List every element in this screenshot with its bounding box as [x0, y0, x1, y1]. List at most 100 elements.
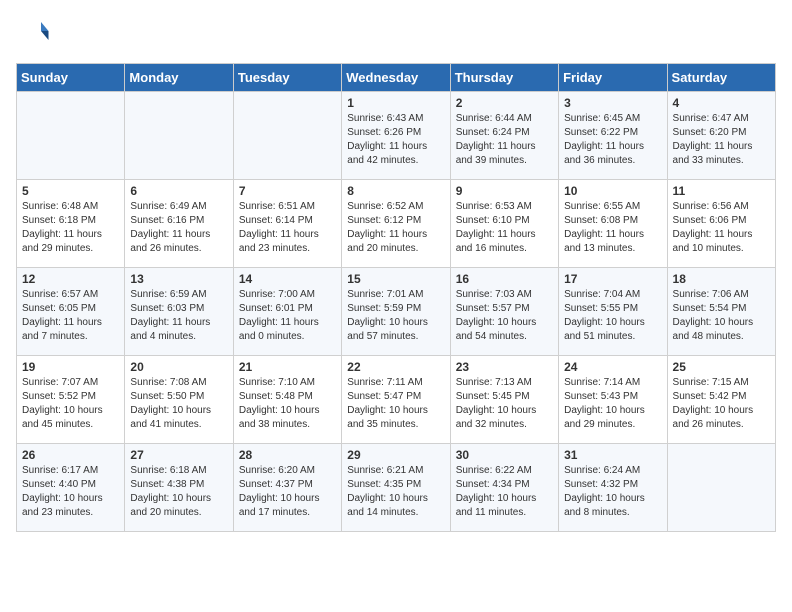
day-number: 29 — [347, 448, 444, 462]
calendar-cell: 15 Sunrise: 7:01 AM Sunset: 5:59 PM Dayli… — [342, 268, 450, 356]
day-number: 30 — [456, 448, 553, 462]
day-number: 12 — [22, 272, 119, 286]
day-number: 28 — [239, 448, 336, 462]
calendar-cell: 9 Sunrise: 6:53 AM Sunset: 6:10 PM Daylig… — [450, 180, 558, 268]
calendar-cell: 24 Sunrise: 7:14 AM Sunset: 5:43 PM Dayli… — [559, 356, 667, 444]
day-content: Sunrise: 7:04 AM Sunset: 5:55 PM Dayligh… — [564, 288, 661, 344]
day-number: 8 — [347, 184, 444, 198]
calendar-cell: 22 Sunrise: 7:11 AM Sunset: 5:47 PM Dayli… — [342, 356, 450, 444]
calendar-header: SundayMondayTuesdayWednesdayThursdayFrid… — [17, 64, 776, 92]
day-content: Sunrise: 7:11 AM Sunset: 5:47 PM Dayligh… — [347, 376, 444, 432]
day-number: 23 — [456, 360, 553, 374]
day-content: Sunrise: 6:20 AM Sunset: 4:37 PM Dayligh… — [239, 464, 336, 520]
day-content: Sunrise: 6:44 AM Sunset: 6:24 PM Dayligh… — [456, 112, 553, 168]
day-content: Sunrise: 7:13 AM Sunset: 5:45 PM Dayligh… — [456, 376, 553, 432]
calendar-cell: 28 Sunrise: 6:20 AM Sunset: 4:37 PM Dayli… — [233, 444, 341, 532]
calendar-cell: 3Sunrise: 6:45 AM Sunset: 6:22 PM Daylig… — [559, 92, 667, 180]
calendar-cell: 31 Sunrise: 6:24 AM Sunset: 4:32 PM Dayli… — [559, 444, 667, 532]
calendar-cell: 21 Sunrise: 7:10 AM Sunset: 5:48 PM Dayli… — [233, 356, 341, 444]
calendar-cell: 16 Sunrise: 7:03 AM Sunset: 5:57 PM Dayli… — [450, 268, 558, 356]
calendar-cell: 10 Sunrise: 6:55 AM Sunset: 6:08 PM Dayli… — [559, 180, 667, 268]
day-content: Sunrise: 6:48 AM Sunset: 6:18 PM Dayligh… — [22, 200, 119, 256]
day-content: Sunrise: 6:22 AM Sunset: 4:34 PM Dayligh… — [456, 464, 553, 520]
day-number: 4 — [673, 96, 770, 110]
day-content: Sunrise: 6:53 AM Sunset: 6:10 PM Dayligh… — [456, 200, 553, 256]
weekday-header-sunday: Sunday — [17, 64, 125, 92]
day-number: 15 — [347, 272, 444, 286]
day-content: Sunrise: 6:47 AM Sunset: 6:20 PM Dayligh… — [673, 112, 770, 168]
day-content: Sunrise: 6:56 AM Sunset: 6:06 PM Dayligh… — [673, 200, 770, 256]
calendar-cell: 19 Sunrise: 7:07 AM Sunset: 5:52 PM Dayli… — [17, 356, 125, 444]
day-number: 20 — [130, 360, 227, 374]
weekday-header-tuesday: Tuesday — [233, 64, 341, 92]
day-content: Sunrise: 6:18 AM Sunset: 4:38 PM Dayligh… — [130, 464, 227, 520]
day-content: Sunrise: 7:15 AM Sunset: 5:42 PM Dayligh… — [673, 376, 770, 432]
day-number: 21 — [239, 360, 336, 374]
day-number: 1 — [347, 96, 444, 110]
calendar-cell: 17Sunrise: 7:04 AM Sunset: 5:55 PM Dayli… — [559, 268, 667, 356]
weekday-header-friday: Friday — [559, 64, 667, 92]
calendar-cell: 18Sunrise: 7:06 AM Sunset: 5:54 PM Dayli… — [667, 268, 775, 356]
calendar-cell: 4 Sunrise: 6:47 AM Sunset: 6:20 PM Daylig… — [667, 92, 775, 180]
calendar-cell — [667, 444, 775, 532]
day-number: 3 — [564, 96, 661, 110]
day-content: Sunrise: 6:55 AM Sunset: 6:08 PM Dayligh… — [564, 200, 661, 256]
day-number: 19 — [22, 360, 119, 374]
day-number: 27 — [130, 448, 227, 462]
calendar-cell: 8 Sunrise: 6:52 AM Sunset: 6:12 PM Daylig… — [342, 180, 450, 268]
day-number: 26 — [22, 448, 119, 462]
day-number: 16 — [456, 272, 553, 286]
day-number: 10 — [564, 184, 661, 198]
calendar-cell: 1Sunrise: 6:43 AM Sunset: 6:26 PM Daylig… — [342, 92, 450, 180]
calendar-cell: 2 Sunrise: 6:44 AM Sunset: 6:24 PM Daylig… — [450, 92, 558, 180]
day-number: 14 — [239, 272, 336, 286]
calendar-cell — [125, 92, 233, 180]
day-content: Sunrise: 7:10 AM Sunset: 5:48 PM Dayligh… — [239, 376, 336, 432]
calendar-week-5: 26 Sunrise: 6:17 AM Sunset: 4:40 PM Dayli… — [17, 444, 776, 532]
day-number: 13 — [130, 272, 227, 286]
day-number: 25 — [673, 360, 770, 374]
calendar-week-2: 5 Sunrise: 6:48 AM Sunset: 6:18 PM Daylig… — [17, 180, 776, 268]
day-number: 24 — [564, 360, 661, 374]
calendar-cell: 12 Sunrise: 6:57 AM Sunset: 6:05 PM Dayli… — [17, 268, 125, 356]
day-content: Sunrise: 6:17 AM Sunset: 4:40 PM Dayligh… — [22, 464, 119, 520]
weekday-header-saturday: Saturday — [667, 64, 775, 92]
weekday-row: SundayMondayTuesdayWednesdayThursdayFrid… — [17, 64, 776, 92]
day-number: 2 — [456, 96, 553, 110]
weekday-header-monday: Monday — [125, 64, 233, 92]
calendar-cell: 26 Sunrise: 6:17 AM Sunset: 4:40 PM Dayli… — [17, 444, 125, 532]
calendar-cell: 7 Sunrise: 6:51 AM Sunset: 6:14 PM Daylig… — [233, 180, 341, 268]
day-content: Sunrise: 6:57 AM Sunset: 6:05 PM Dayligh… — [22, 288, 119, 344]
weekday-header-wednesday: Wednesday — [342, 64, 450, 92]
day-content: Sunrise: 6:21 AM Sunset: 4:35 PM Dayligh… — [347, 464, 444, 520]
calendar-cell — [17, 92, 125, 180]
calendar-week-3: 12 Sunrise: 6:57 AM Sunset: 6:05 PM Dayli… — [17, 268, 776, 356]
day-content: Sunrise: 6:49 AM Sunset: 6:16 PM Dayligh… — [130, 200, 227, 256]
calendar-cell: 23 Sunrise: 7:13 AM Sunset: 5:45 PM Dayli… — [450, 356, 558, 444]
calendar-cell: 30 Sunrise: 6:22 AM Sunset: 4:34 PM Dayli… — [450, 444, 558, 532]
calendar-body: 1Sunrise: 6:43 AM Sunset: 6:26 PM Daylig… — [17, 92, 776, 532]
day-content: Sunrise: 7:03 AM Sunset: 5:57 PM Dayligh… — [456, 288, 553, 344]
calendar-cell: 25 Sunrise: 7:15 AM Sunset: 5:42 PM Dayli… — [667, 356, 775, 444]
day-number: 7 — [239, 184, 336, 198]
day-content: Sunrise: 6:51 AM Sunset: 6:14 PM Dayligh… — [239, 200, 336, 256]
day-number: 5 — [22, 184, 119, 198]
calendar-table: SundayMondayTuesdayWednesdayThursdayFrid… — [16, 63, 776, 532]
day-content: Sunrise: 7:07 AM Sunset: 5:52 PM Dayligh… — [22, 376, 119, 432]
day-number: 11 — [673, 184, 770, 198]
day-content: Sunrise: 6:24 AM Sunset: 4:32 PM Dayligh… — [564, 464, 661, 520]
day-number: 31 — [564, 448, 661, 462]
day-number: 9 — [456, 184, 553, 198]
day-number: 22 — [347, 360, 444, 374]
day-content: Sunrise: 6:52 AM Sunset: 6:12 PM Dayligh… — [347, 200, 444, 256]
day-content: Sunrise: 7:01 AM Sunset: 5:59 PM Dayligh… — [347, 288, 444, 344]
page-header — [16, 16, 776, 51]
day-number: 18 — [673, 272, 770, 286]
weekday-header-thursday: Thursday — [450, 64, 558, 92]
calendar-cell: 29 Sunrise: 6:21 AM Sunset: 4:35 PM Dayli… — [342, 444, 450, 532]
calendar-cell: 13Sunrise: 6:59 AM Sunset: 6:03 PM Dayli… — [125, 268, 233, 356]
calendar-cell: 5 Sunrise: 6:48 AM Sunset: 6:18 PM Daylig… — [17, 180, 125, 268]
day-content: Sunrise: 7:00 AM Sunset: 6:01 PM Dayligh… — [239, 288, 336, 344]
day-content: Sunrise: 7:14 AM Sunset: 5:43 PM Dayligh… — [564, 376, 661, 432]
calendar-cell — [233, 92, 341, 180]
